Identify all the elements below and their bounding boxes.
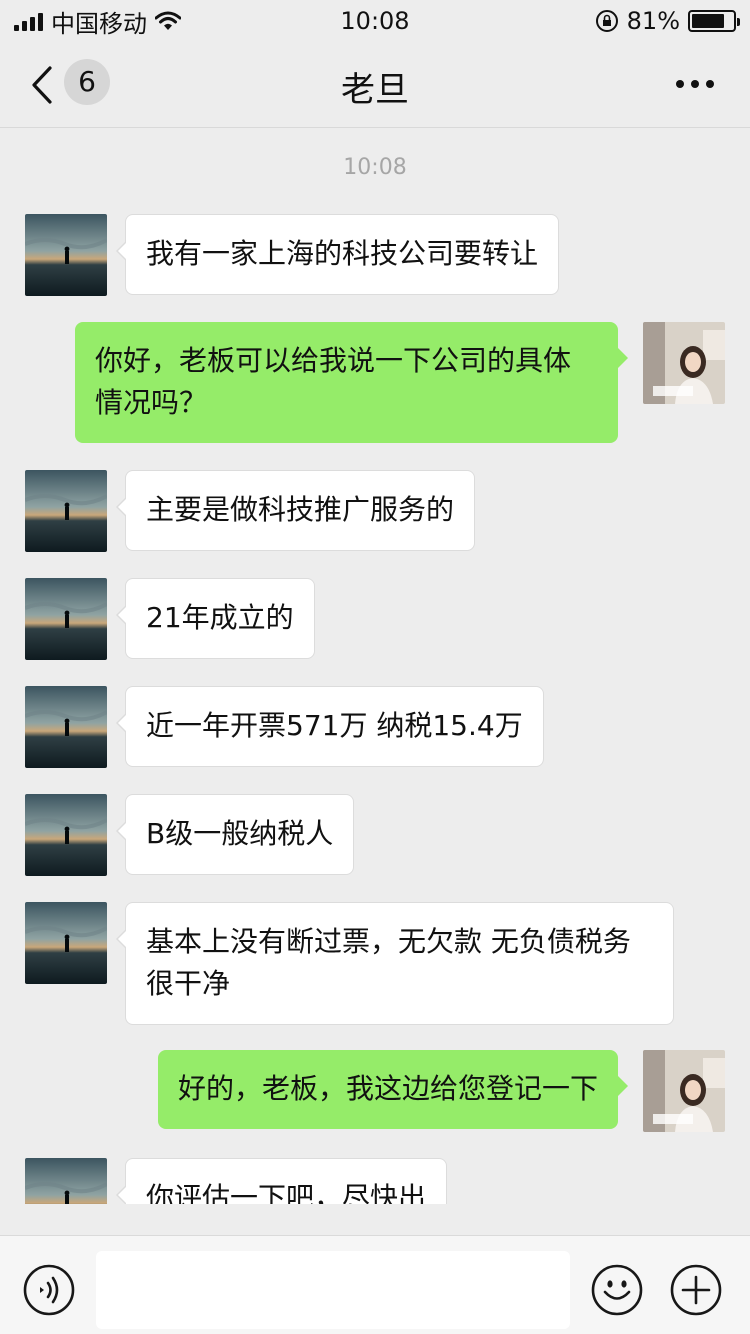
my-avatar[interactable] [643,322,725,404]
contact-avatar[interactable] [25,902,107,984]
message-input[interactable] [96,1251,570,1329]
chat-input-bar [0,1235,750,1334]
message-bubble[interactable]: 我有一家上海的科技公司要转让 [115,214,560,295]
message-bubble[interactable]: 主要是做科技推广服务的 [115,470,476,551]
message-timestamp: 10:08 [343,155,407,180]
plus-icon[interactable] [669,1263,723,1317]
battery-icon [688,10,740,32]
message-bubble[interactable]: 21年成立的 [116,578,315,659]
message-bubble[interactable]: 你好，老板可以给我说一下公司的具体情况吗？ [75,322,628,443]
chat-header: 6 老旦 [0,42,750,128]
my-avatar[interactable] [643,1050,725,1132]
contact-avatar[interactable] [25,578,107,660]
message-list[interactable]: 10:08 我有一家上海的科技公司要转让 你好，老板可以给我说一下公司的具体情况… [0,129,750,1204]
message-bubble[interactable]: 基本上没有断过票，无欠款 无负债税务很干净 [116,902,674,1025]
contact-avatar[interactable] [25,470,107,552]
contact-avatar[interactable] [25,686,107,768]
chat-title: 老旦 [341,70,409,110]
contact-avatar[interactable] [25,1158,107,1204]
voice-icon[interactable] [22,1263,76,1317]
message-bubble[interactable]: 好的，老板，我这边给您登记一下 [157,1050,629,1129]
emoji-icon[interactable] [590,1263,644,1317]
contact-avatar[interactable] [25,214,107,296]
battery-fill [692,14,725,28]
status-time: 10:08 [340,7,410,35]
contact-avatar[interactable] [25,794,107,876]
status-bar: 中国移动 10:08 81% [0,0,750,42]
message-bubble[interactable]: B级一般纳税人 [115,794,355,875]
message-bubble[interactable]: 你评估一下吧，尽快出 [115,1158,448,1204]
more-dots-icon[interactable] [676,80,714,88]
message-bubble[interactable]: 近一年开票571万 纳税15.4万 [116,686,544,767]
